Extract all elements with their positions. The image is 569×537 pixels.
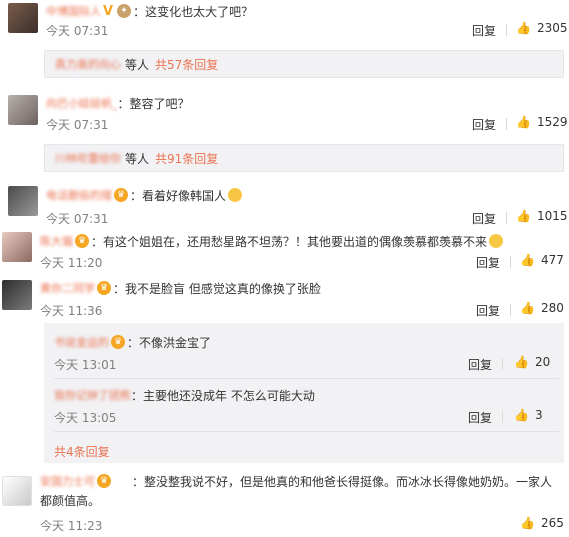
- avatar[interactable]: [8, 186, 38, 216]
- reply-button[interactable]: 回复: [472, 22, 496, 39]
- like-button[interactable]: 👍 3: [514, 408, 543, 422]
- vip-badge-icon: ♛: [97, 281, 111, 295]
- reply-button[interactable]: 回复: [472, 116, 496, 133]
- reply-username[interactable]: 我你记钟了团熊: [54, 387, 131, 403]
- thumbs-up-icon: 👍: [520, 253, 535, 267]
- reply-button[interactable]: 回复: [468, 356, 492, 373]
- avatar[interactable]: [8, 95, 38, 125]
- comment-time: 今天 07:31: [46, 212, 109, 226]
- like-count: 3: [534, 408, 543, 422]
- reply-time: 今天 13:01: [54, 358, 117, 372]
- reply-button[interactable]: 回复: [476, 302, 500, 319]
- avatar[interactable]: [2, 476, 32, 506]
- like-count: 20: [534, 355, 551, 369]
- comment-time: 今天 11:36: [40, 304, 103, 318]
- comment-text: ：看着好像韩国人: [130, 188, 227, 203]
- thumbs-up-icon: 👍: [514, 408, 529, 422]
- comment-username[interactable]: 向巴小娃娃帆_: [46, 95, 118, 111]
- thumbs-up-icon: 👍: [516, 209, 531, 223]
- comment-username[interactable]: 陈大猫: [40, 233, 73, 249]
- level-badge-icon: ✦: [117, 4, 132, 18]
- like-count: 1529: [536, 115, 568, 129]
- reply-count-link[interactable]: 共57条回复: [155, 56, 218, 73]
- smile-emoji-icon: [228, 188, 243, 202]
- like-button[interactable]: 👍 1015: [516, 209, 568, 223]
- thumbs-up-icon: 👍: [520, 516, 535, 530]
- like-count: 265: [540, 516, 564, 530]
- thumbs-up-icon: 👍: [516, 21, 531, 35]
- reply-username[interactable]: 书说金运的: [54, 334, 109, 350]
- thumbs-up-icon: 👍: [520, 301, 535, 315]
- reply-time: 今天 13:05: [54, 411, 117, 425]
- reply-text: ：主要他还没成年 不怎么可能大动: [131, 388, 315, 403]
- divider: [506, 24, 507, 36]
- like-button[interactable]: 👍 20: [514, 355, 550, 369]
- like-count: 1015: [536, 209, 568, 223]
- reply-text: ：不像洪金宝了: [127, 335, 212, 350]
- like-button[interactable]: 👍 477: [520, 253, 564, 267]
- reply-button[interactable]: 回复: [476, 254, 500, 271]
- verified-icon: V: [103, 3, 114, 19]
- vip-badge-icon: ♛: [114, 188, 128, 202]
- reply-button[interactable]: 回复: [468, 409, 492, 426]
- comment-username[interactable]: 黄你二同学: [40, 280, 95, 296]
- like-count: 2305: [536, 21, 568, 35]
- reply-users[interactable]: 真力奥的向心: [55, 56, 121, 72]
- comment-time: 今天 07:31: [46, 118, 109, 132]
- divider: [502, 358, 503, 370]
- divider: [510, 304, 511, 316]
- like-count: 280: [540, 301, 564, 315]
- reply-suffix: 等人: [125, 151, 150, 166]
- like-button[interactable]: 👍 1529: [516, 115, 568, 129]
- comment-text: ：这变化也太大了吧？: [133, 4, 254, 19]
- divider: [54, 431, 559, 432]
- avatar[interactable]: [8, 3, 38, 33]
- comment-text: ：我不是脸盲 但感觉这真的像换了张脸: [113, 281, 321, 296]
- reply-users[interactable]: 川林吹蕾给你: [55, 150, 121, 166]
- divider: [506, 118, 507, 130]
- like-button[interactable]: 👍 265: [520, 516, 564, 530]
- reply-suffix: 等人: [125, 57, 150, 72]
- divider: [510, 256, 511, 268]
- like-count: 477: [540, 253, 564, 267]
- laugh-emoji-icon: [489, 234, 504, 248]
- comment-text: ：整没整我说不好，但是他真的和他爸长得挺像。而冰冰长得像她奶奶。一家人都颜值高。: [40, 475, 553, 508]
- like-button[interactable]: 👍 2305: [516, 21, 568, 35]
- like-button[interactable]: 👍 280: [520, 301, 564, 315]
- comment-time: 今天 07:31: [46, 24, 109, 38]
- comment-time: 今天 11:23: [40, 519, 103, 533]
- divider: [506, 212, 507, 224]
- vip-badge-icon: ♛: [111, 335, 125, 349]
- comment-username[interactable]: 中博国际人: [46, 3, 101, 19]
- reply-summary[interactable]: 真力奥的向心 等人 共57条回复: [44, 50, 564, 78]
- more-replies-link[interactable]: 共4条回复: [54, 443, 110, 460]
- comment-text: ：有这个姐姐在，还用愁星路不坦荡？！其他要出道的偶像羡慕都羡慕不来: [91, 234, 488, 249]
- vip-badge-icon: ♛: [75, 234, 89, 248]
- reply-button[interactable]: 回复: [472, 210, 496, 227]
- divider: [54, 378, 559, 379]
- reply-summary[interactable]: 川林吹蕾给你 等人 共91条回复: [44, 144, 564, 172]
- comment-text: ：整容了吧？: [117, 96, 190, 111]
- divider: [502, 411, 503, 423]
- comment-time: 今天 11:20: [40, 256, 103, 270]
- thumbs-up-icon: 👍: [516, 115, 531, 129]
- avatar[interactable]: [2, 232, 32, 262]
- thumbs-up-icon: 👍: [514, 355, 529, 369]
- avatar[interactable]: [2, 280, 32, 310]
- comment-username[interactable]: 电话删俗的摆: [46, 187, 112, 203]
- reply-count-link[interactable]: 共91条回复: [155, 150, 218, 167]
